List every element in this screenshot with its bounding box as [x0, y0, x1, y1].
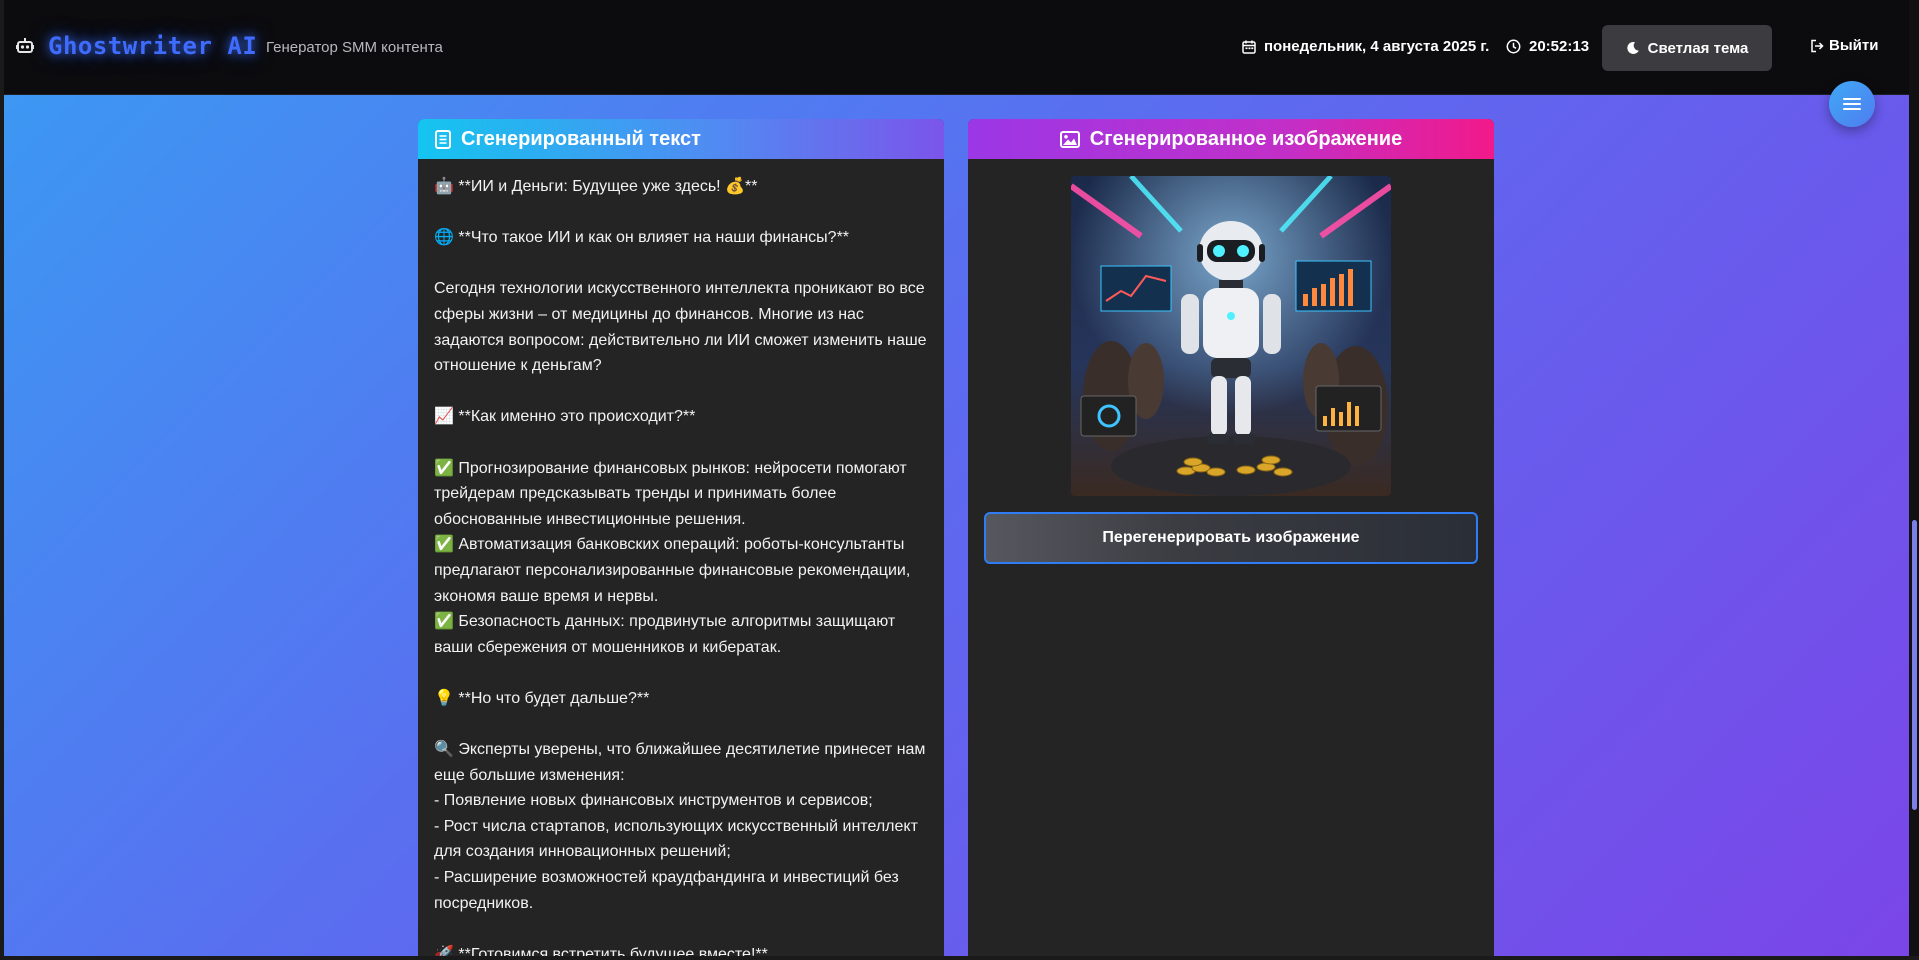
- generated-text-card: Сгенерированный текст 🤖 **ИИ и Деньги: Б…: [418, 119, 944, 960]
- top-navbar: Ghostwriter AI Генератор SMM контента по…: [4, 0, 1909, 95]
- document-icon: [435, 129, 451, 149]
- generated-text-header: Сгенерированный текст: [418, 119, 944, 159]
- brand-logo-text[interactable]: Ghostwriter AI: [48, 32, 257, 60]
- generated-image-header: Сгенерированное изображение: [968, 119, 1494, 159]
- window-frame-left: [0, 0, 4, 960]
- clock-icon: [1506, 39, 1521, 54]
- generated-robot-image[interactable]: [1071, 176, 1391, 496]
- logout-label: Выйти: [1829, 37, 1879, 54]
- regenerate-image-button[interactable]: Перегенерировать изображение: [984, 512, 1478, 564]
- window-frame-bottom: [0, 956, 1919, 960]
- image-icon: [1059, 130, 1080, 148]
- current-date: понедельник, 4 августа 2025 г.: [1242, 38, 1489, 55]
- robot-icon: [16, 37, 34, 53]
- generated-post-text[interactable]: 🤖 **ИИ и Деньги: Будущее уже здесь! 💰** …: [418, 159, 944, 960]
- theme-toggle-label: Светлая тема: [1647, 39, 1749, 57]
- theme-toggle-button[interactable]: Светлая тема: [1602, 25, 1772, 71]
- date-text: понедельник, 4 августа 2025 г.: [1264, 38, 1490, 55]
- scrollbar-thumb[interactable]: [1912, 520, 1917, 810]
- scrollbar-track[interactable]: [1909, 0, 1919, 960]
- menu-button[interactable]: [1829, 81, 1875, 127]
- time-text: 20:52:13: [1529, 38, 1590, 55]
- generated-image-title: Сгенерированное изображение: [1089, 127, 1403, 150]
- brand-subtitle: Генератор SMM контента: [266, 39, 443, 56]
- current-time: 20:52:13: [1506, 38, 1589, 55]
- calendar-icon: [1242, 40, 1256, 54]
- logout-button[interactable]: Выйти: [1810, 37, 1878, 54]
- generated-image-card: Сгенерированное изображение Перегенериро…: [968, 119, 1494, 960]
- generated-text-title: Сгенерированный текст: [461, 127, 701, 150]
- menu-icon: [1843, 97, 1861, 111]
- logout-icon: [1810, 39, 1824, 53]
- moon-icon: [1626, 41, 1640, 55]
